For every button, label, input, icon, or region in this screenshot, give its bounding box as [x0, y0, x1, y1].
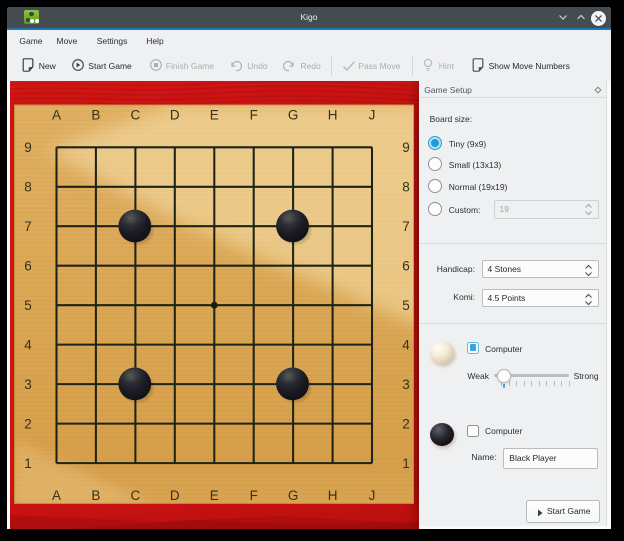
- svg-text:F: F: [250, 107, 258, 122]
- svg-text:6: 6: [24, 258, 32, 273]
- svg-text:4: 4: [24, 337, 32, 352]
- svg-text:9: 9: [402, 140, 410, 155]
- svg-text:B: B: [91, 107, 100, 122]
- svg-text:D: D: [170, 488, 180, 503]
- svg-text:1: 1: [24, 455, 32, 470]
- svg-text:2: 2: [24, 416, 32, 431]
- svg-text:J: J: [369, 488, 376, 503]
- svg-text:9: 9: [24, 140, 32, 155]
- svg-text:7: 7: [402, 219, 410, 234]
- svg-text:B: B: [91, 488, 100, 503]
- svg-text:A: A: [52, 107, 61, 122]
- svg-text:4: 4: [402, 337, 410, 352]
- svg-text:5: 5: [24, 298, 32, 313]
- svg-text:3: 3: [402, 376, 410, 391]
- svg-text:C: C: [131, 488, 141, 503]
- svg-text:E: E: [210, 488, 219, 503]
- svg-text:E: E: [210, 107, 219, 122]
- svg-text:1: 1: [402, 455, 410, 470]
- svg-text:8: 8: [24, 179, 32, 194]
- svg-text:F: F: [250, 488, 258, 503]
- svg-text:G: G: [288, 107, 299, 122]
- svg-text:H: H: [328, 107, 338, 122]
- svg-text:3: 3: [24, 376, 32, 391]
- svg-text:C: C: [131, 107, 141, 122]
- svg-text:2: 2: [402, 416, 410, 431]
- svg-text:D: D: [170, 107, 180, 122]
- svg-text:H: H: [328, 488, 338, 503]
- svg-text:8: 8: [402, 179, 410, 194]
- svg-text:A: A: [52, 488, 61, 503]
- svg-text:G: G: [288, 488, 299, 503]
- svg-text:6: 6: [402, 258, 410, 273]
- svg-text:5: 5: [402, 298, 410, 313]
- svg-text:J: J: [369, 107, 376, 122]
- svg-text:7: 7: [24, 219, 32, 234]
